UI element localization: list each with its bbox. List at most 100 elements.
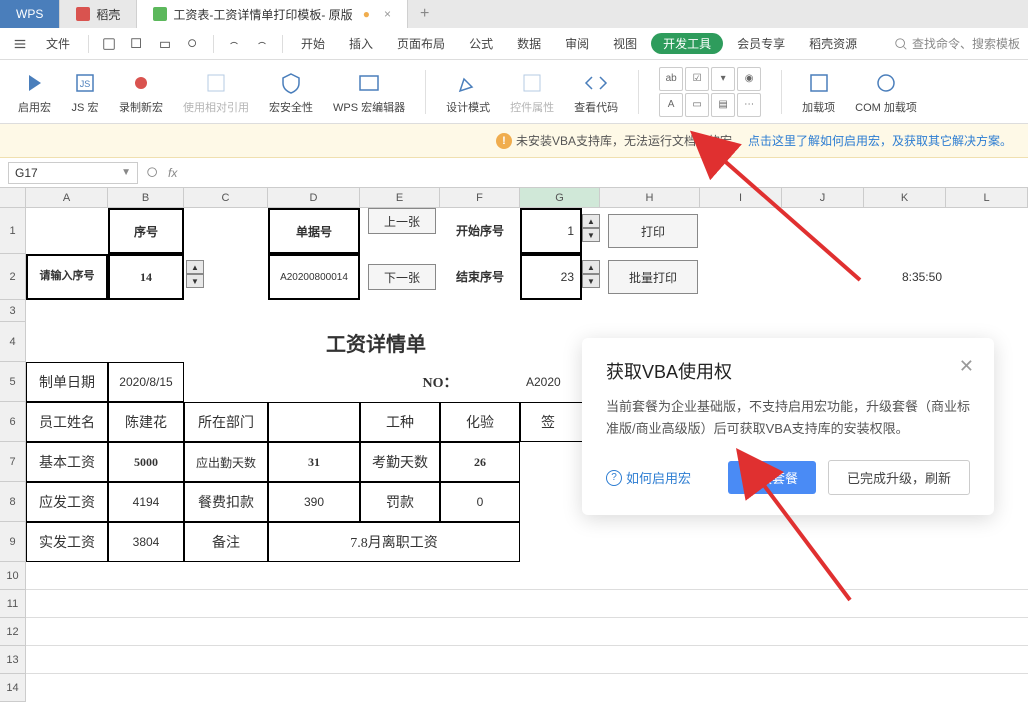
menu-view[interactable]: 视图 — [603, 31, 647, 56]
tool-wps-editor[interactable]: WPS 宏编辑器 — [327, 69, 411, 115]
cell-C8[interactable]: 餐费扣款 — [184, 482, 268, 522]
chevron-down-icon[interactable]: ▼ — [121, 167, 131, 178]
cell-E8[interactable]: 罚款 — [360, 482, 440, 522]
tab-wps[interactable]: WPS — [0, 0, 60, 28]
saveas-icon[interactable] — [125, 32, 149, 56]
ctrl-textbox-icon[interactable]: ab — [659, 67, 683, 91]
btn-print[interactable]: 打印 — [608, 214, 698, 248]
col-L[interactable]: L — [946, 188, 1028, 207]
cell-A5[interactable]: 制单日期 — [26, 362, 108, 402]
menu-insert[interactable]: 插入 — [339, 31, 383, 56]
row-8[interactable]: 8 — [0, 482, 25, 522]
cell-C6[interactable]: 所在部门 — [184, 402, 268, 442]
spinner-G1[interactable]: ▲▼ — [582, 214, 600, 242]
cell-D6[interactable] — [268, 402, 360, 442]
menu-member[interactable]: 会员专享 — [727, 31, 795, 56]
tab-daoke[interactable]: 稻壳 — [60, 0, 137, 28]
cell-G2[interactable]: 23 — [520, 254, 582, 300]
redo-icon[interactable] — [250, 32, 274, 56]
refresh-button[interactable]: 已完成升级，刷新 — [828, 460, 970, 495]
col-K[interactable]: K — [864, 188, 946, 207]
close-icon[interactable]: ✕ — [959, 356, 974, 377]
select-all-corner[interactable] — [0, 188, 26, 207]
preview-icon[interactable] — [181, 32, 205, 56]
dialog-help-link[interactable]: 如何启用宏 — [606, 468, 691, 487]
tool-com-addins[interactable]: COM 加载项 — [849, 69, 923, 115]
cell-D2[interactable]: A20200800014 — [268, 254, 360, 300]
cell-A9[interactable]: 实发工资 — [26, 522, 108, 562]
row-13[interactable]: 13 — [0, 646, 25, 674]
cell-D8[interactable]: 390 — [268, 482, 360, 522]
row-2[interactable]: 2 — [0, 254, 25, 300]
cell-E7[interactable]: 考勤天数 — [360, 442, 440, 482]
cell-B2[interactable]: 14 — [108, 254, 184, 300]
tab-document[interactable]: 工资表-工资详情单打印模板- 原版 ● × — [137, 0, 408, 28]
btn-next[interactable]: 下一张 — [368, 264, 436, 290]
row-6[interactable]: 6 — [0, 402, 25, 442]
print-icon[interactable] — [153, 32, 177, 56]
ctrl-checkbox-icon[interactable]: ☑ — [685, 67, 709, 91]
ctrl-list-icon[interactable]: ▤ — [711, 93, 735, 117]
spin-down-icon[interactable]: ▼ — [582, 228, 600, 242]
cell-B8[interactable]: 4194 — [108, 482, 184, 522]
col-B[interactable]: B — [108, 188, 184, 207]
row-10[interactable]: 10 — [0, 562, 25, 590]
row-5[interactable]: 5 — [0, 362, 25, 402]
menu-hamburger-icon[interactable] — [8, 32, 32, 56]
cell-A7[interactable]: 基本工资 — [26, 442, 108, 482]
ctrl-label-icon[interactable]: A — [659, 93, 683, 117]
col-C[interactable]: C — [184, 188, 268, 207]
cell-A2[interactable]: 请输入序号 — [26, 254, 108, 300]
col-G[interactable]: G — [520, 188, 600, 207]
cell-F1[interactable]: 开始序号 — [440, 208, 520, 254]
cell-F6[interactable]: 化验 — [440, 402, 520, 442]
spin-up-icon[interactable]: ▲ — [582, 214, 600, 228]
tool-design-mode[interactable]: 设计模式 — [440, 69, 496, 115]
menu-formula[interactable]: 公式 — [459, 31, 503, 56]
cell-F2[interactable]: 结束序号 — [440, 254, 520, 300]
cell-E5[interactable]: NO： — [360, 362, 520, 402]
tool-record-macro[interactable]: 录制新宏 — [113, 69, 169, 115]
cell-F8[interactable]: 0 — [440, 482, 520, 522]
spin-down-icon[interactable]: ▼ — [186, 274, 204, 288]
row-9[interactable]: 9 — [0, 522, 25, 562]
ctrl-combo-icon[interactable]: ▾ — [711, 67, 735, 91]
warn-link[interactable]: 点击这里了解如何启用宏，及获取其它解决方案。 — [748, 132, 1012, 149]
col-E[interactable]: E — [360, 188, 440, 207]
save-icon[interactable] — [97, 32, 121, 56]
spinner-B2[interactable]: ▲▼ — [186, 260, 204, 288]
menu-pagelayout[interactable]: 页面布局 — [387, 31, 455, 56]
search-commands[interactable]: 查找命令、搜索模板 — [894, 35, 1020, 52]
btn-batch-print[interactable]: 批量打印 — [608, 260, 698, 294]
tool-enable-macro[interactable]: 启用宏 — [12, 69, 57, 115]
row-1[interactable]: 1 — [0, 208, 25, 254]
tool-view-code[interactable]: 查看代码 — [568, 69, 624, 115]
btn-prev[interactable]: 上一张 — [368, 208, 436, 234]
col-D[interactable]: D — [268, 188, 360, 207]
tab-add[interactable]: + — [408, 0, 441, 28]
fx-label[interactable]: fx — [168, 166, 177, 180]
upgrade-button[interactable]: 升级套餐 — [728, 461, 816, 494]
col-F[interactable]: F — [440, 188, 520, 207]
spinner-G2[interactable]: ▲▼ — [582, 260, 600, 288]
row-3[interactable]: 3 — [0, 300, 25, 322]
close-icon[interactable]: × — [384, 7, 391, 21]
ctrl-more-icon[interactable]: ⋯ — [737, 93, 761, 117]
zoom-icon[interactable] — [146, 166, 160, 180]
col-J[interactable]: J — [782, 188, 864, 207]
cell-E6[interactable]: 工种 — [360, 402, 440, 442]
menu-resources[interactable]: 稻壳资源 — [799, 31, 867, 56]
tool-macro-security[interactable]: 宏安全性 — [263, 69, 319, 115]
cell-G1[interactable]: 1 — [520, 208, 582, 254]
menu-review[interactable]: 审阅 — [555, 31, 599, 56]
ctrl-option-icon[interactable]: ◉ — [737, 67, 761, 91]
cell-D9[interactable]: 7.8月离职工资 — [268, 522, 520, 562]
col-A[interactable]: A — [26, 188, 108, 207]
cell-A6[interactable]: 员工姓名 — [26, 402, 108, 442]
menu-start[interactable]: 开始 — [291, 31, 335, 56]
spin-up-icon[interactable]: ▲ — [582, 260, 600, 274]
undo-icon[interactable] — [222, 32, 246, 56]
spin-down-icon[interactable]: ▼ — [582, 274, 600, 288]
cell-C7[interactable]: 应出勤天数 — [184, 442, 268, 482]
ctrl-button-icon[interactable]: ▭ — [685, 93, 709, 117]
